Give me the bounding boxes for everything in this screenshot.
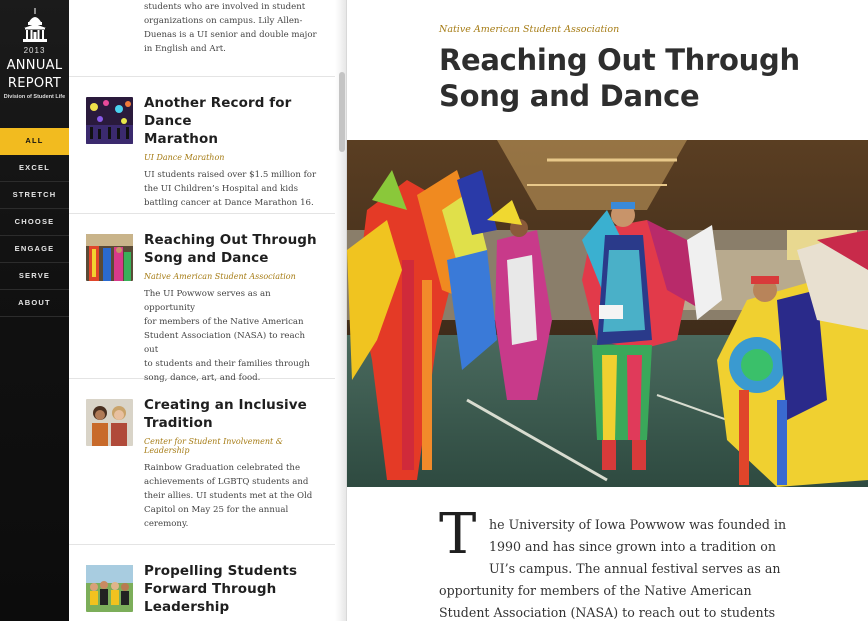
leadership-thumbnail: [86, 565, 133, 612]
story-list[interactable]: students who are involved in student org…: [69, 0, 347, 621]
nav-item-all[interactable]: ALL: [0, 128, 69, 155]
list-item-title[interactable]: Reaching Out Through Song and Dance: [144, 231, 320, 267]
nav-menu: ALL EXCEL STRETCH CHOOSE ENGAGE SERVE AB…: [0, 128, 69, 317]
old-capitol-icon: [22, 8, 47, 42]
article-title: Reaching Out Through Song and Dance: [439, 43, 800, 113]
logo-year: 2013: [23, 46, 46, 55]
logo-subtitle: Division of Student Life: [3, 94, 66, 100]
list-item-description: students who are involved in student org…: [144, 2, 317, 54]
list-item-category: Native American Student Association: [144, 272, 296, 281]
list-item-powwow[interactable]: Reaching Out Through Song and Dance Nati…: [69, 214, 335, 383]
list-item-title[interactable]: Propelling Students Forward Through Lead…: [144, 562, 320, 616]
list-item-category: UI Dance Marathon: [144, 153, 225, 162]
list-item-description: Rainbow Graduation celebrated the achiev…: [144, 463, 313, 529]
annual-report-logo[interactable]: 2013 ANNUAL REPORT Division of Student L…: [0, 0, 69, 128]
powwow-thumbnail: [86, 234, 133, 281]
logo-title-line2: REPORT: [7, 76, 62, 91]
list-item-category: Center for Student Involvement & Leaders…: [144, 437, 283, 455]
list-item-title[interactable]: Creating an Inclusive Tradition: [144, 396, 320, 432]
article: Native American Student Association Reac…: [347, 0, 868, 621]
main-nav: 2013 ANNUAL REPORT Division of Student L…: [0, 0, 69, 621]
list-scrollbar-thumb[interactable]: [339, 72, 345, 152]
list-item-description: The UI Powwow serves as an opportunity f…: [144, 289, 310, 383]
nav-item-about[interactable]: ABOUT: [0, 290, 69, 317]
list-item-title[interactable]: Another Record for Dance Marathon: [144, 94, 320, 148]
list-item-dance-marathon[interactable]: Another Record for Dance Marathon UI Dan…: [69, 77, 335, 214]
logo-title-line1: ANNUAL: [6, 58, 63, 73]
nav-item-engage[interactable]: ENGAGE: [0, 236, 69, 263]
list-item-description: UI students raised over $1.5 million for…: [144, 170, 317, 208]
article-category: Native American Student Association: [439, 24, 620, 35]
nav-item-choose[interactable]: CHOOSE: [0, 209, 69, 236]
nav-item-serve[interactable]: SERVE: [0, 263, 69, 290]
list-item-rainbow-graduation[interactable]: Creating an Inclusive Tradition Center f…: [69, 379, 335, 545]
list-item-leadership[interactable]: Propelling Students Forward Through Lead…: [69, 545, 335, 621]
article-body: he University of Iowa Powwow was founded…: [439, 517, 787, 620]
dance-marathon-thumbnail: [86, 97, 133, 144]
nav-item-excel[interactable]: EXCEL: [0, 155, 69, 182]
nav-item-stretch[interactable]: STRETCH: [0, 182, 69, 209]
rainbow-graduation-thumbnail: [86, 399, 133, 446]
list-item-partial[interactable]: students who are involved in student org…: [69, 0, 335, 77]
powwow-hero-photo: [347, 140, 868, 487]
